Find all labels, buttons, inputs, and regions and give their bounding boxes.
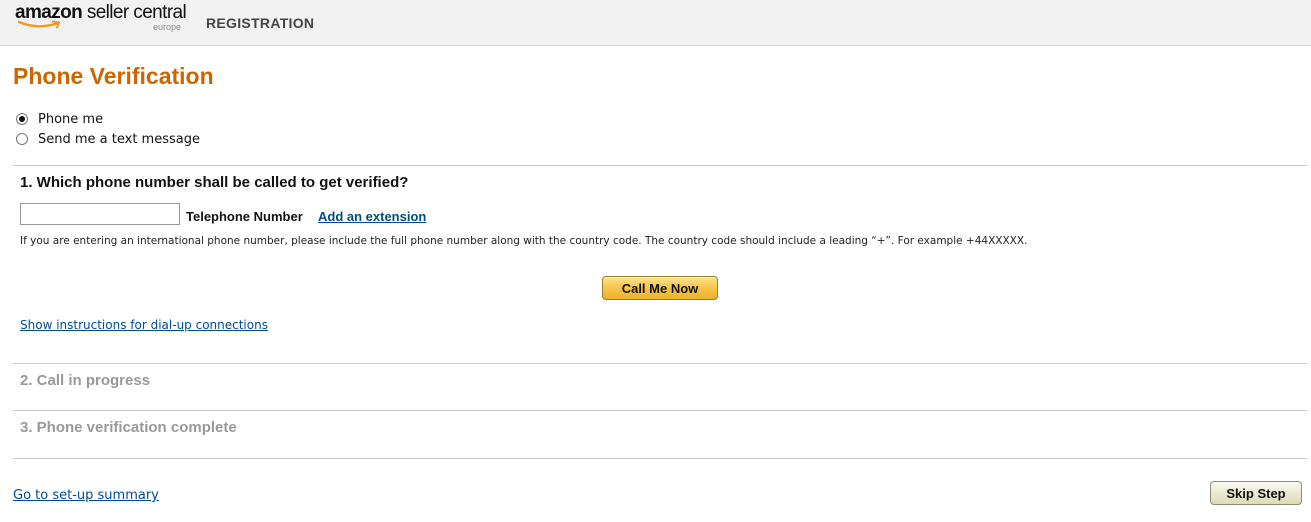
section-label: REGISTRATION <box>206 15 315 31</box>
call-me-now-button[interactable]: Call Me Now <box>602 276 718 300</box>
radio-option-phone-me[interactable]: Phone me <box>16 111 103 127</box>
step-1-heading: 1. Which phone number shall be called to… <box>20 174 409 191</box>
divider <box>13 458 1307 459</box>
telephone-number-input[interactable] <box>20 203 180 225</box>
amazon-seller-central-logo[interactable]: amazon seller central europe <box>15 2 190 36</box>
international-number-help: If you are entering an international pho… <box>20 235 1028 247</box>
top-bar: amazon seller central europe REGISTRATIO… <box>0 0 1311 46</box>
radio-button-text-message[interactable] <box>16 133 28 145</box>
divider <box>13 410 1307 411</box>
radio-button-phone-me[interactable] <box>16 113 28 125</box>
add-extension-link[interactable]: Add an extension <box>318 209 426 224</box>
logo-region: europe <box>152 22 181 32</box>
divider <box>13 165 1307 166</box>
telephone-number-label: Telephone Number <box>186 209 303 224</box>
dialup-instructions-link[interactable]: Show instructions for dial-up connection… <box>20 318 268 332</box>
amazon-smile-icon <box>18 20 60 29</box>
step-2-heading: 2. Call in progress <box>20 372 151 389</box>
radio-label: Phone me <box>38 111 104 127</box>
radio-label: Send me a text message <box>38 131 200 147</box>
divider <box>13 363 1307 364</box>
page-title: Phone Verification <box>13 63 214 89</box>
radio-option-text-message[interactable]: Send me a text message <box>16 131 200 147</box>
setup-summary-link[interactable]: Go to set-up summary <box>13 488 159 503</box>
step-3-heading: 3. Phone verification complete <box>20 419 237 436</box>
skip-step-button[interactable]: Skip Step <box>1210 481 1302 505</box>
